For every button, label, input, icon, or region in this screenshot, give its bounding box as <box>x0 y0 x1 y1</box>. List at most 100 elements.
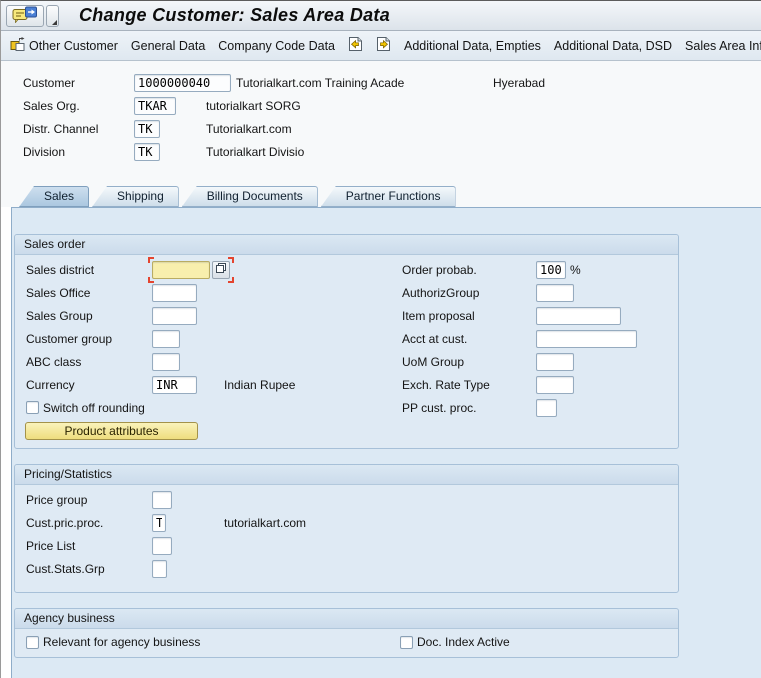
order-probab-unit: % <box>570 262 581 277</box>
cust-pric-proc-label: Cust.pric.proc. <box>26 515 104 530</box>
sales-office-input[interactable] <box>152 283 197 302</box>
services-for-object-button[interactable] <box>6 4 44 27</box>
customer-label: Customer <box>23 75 76 90</box>
abc-class-input[interactable] <box>152 352 180 371</box>
tab-billing-documents[interactable]: Billing Documents <box>181 186 318 207</box>
item-proposal-input[interactable] <box>536 306 621 325</box>
sales-office-row: Sales Office <box>26 281 398 304</box>
division-label: Division <box>23 144 66 159</box>
other-customer-button[interactable]: Other Customer <box>9 35 119 56</box>
services-for-object-menu-button[interactable] <box>46 4 59 27</box>
switch-off-rounding-row: Switch off rounding <box>26 396 398 419</box>
distr-channel-input[interactable] <box>134 119 160 138</box>
distr-channel-description: Tutorialkart.com <box>206 121 292 136</box>
focus-corner <box>228 256 234 263</box>
additional-data-empties-label: Additional Data, Empties <box>404 38 541 53</box>
order-probab-row: Order probab. % <box>402 258 674 281</box>
company-code-data-label: Company Code Data <box>218 38 336 53</box>
next-screen-icon <box>376 36 391 55</box>
tab-shipping[interactable]: Shipping <box>92 186 179 207</box>
price-group-label: Price group <box>26 492 88 507</box>
tab-partner-functions[interactable]: Partner Functions <box>320 186 456 207</box>
customer-description: Tutorialkart.com Training Acade <box>236 75 405 90</box>
additional-data-empties-button[interactable]: Additional Data, Empties <box>403 37 542 55</box>
item-proposal-label: Item proposal <box>402 308 475 323</box>
additional-data-dsd-label: Additional Data, DSD <box>553 38 673 53</box>
pp-cust-proc-label: PP cust. proc. <box>402 400 477 415</box>
sales-order-left-column: Sales district Sales Office Sales Group … <box>25 256 398 442</box>
sales-office-label: Sales Office <box>26 285 91 300</box>
agency-business-title: Agency business <box>15 609 678 629</box>
sales-order-right-column: Order probab. % AuthorizGroup Item propo… <box>402 258 674 419</box>
agency-business-body: Relevant for agency business Doc. Index … <box>15 629 678 657</box>
next-screen-button[interactable] <box>375 35 392 56</box>
sales-org-input[interactable] <box>134 96 176 115</box>
uom-group-input[interactable] <box>536 352 574 371</box>
sales-order-title: Sales order <box>15 235 678 255</box>
tab-sales[interactable]: Sales <box>19 186 90 207</box>
sales-group-label: Sales Group <box>26 308 93 323</box>
customer-input[interactable] <box>134 73 231 92</box>
pp-cust-proc-input[interactable] <box>536 398 557 417</box>
sales-group-input[interactable] <box>152 306 197 325</box>
customer-group-row: Customer group <box>26 327 398 350</box>
customer-city: Hyerabad <box>493 75 546 90</box>
doc-index-active-label: Doc. Index Active <box>417 635 510 649</box>
cust-stats-grp-input[interactable] <box>152 559 167 578</box>
acct-at-cust-label: Acct at cust. <box>402 331 468 346</box>
sap-window: Change Customer: Sales Area Data Other C… <box>0 0 761 678</box>
cust-stats-grp-row: Cust.Stats.Grp <box>26 557 398 580</box>
general-data-label: General Data <box>130 38 206 53</box>
price-list-input[interactable] <box>152 536 172 555</box>
authoriz-group-row: AuthorizGroup <box>402 281 674 304</box>
distr-channel-row: Distr. Channel Tutorialkart.com <box>1 117 761 140</box>
acct-at-cust-input[interactable] <box>536 329 637 348</box>
cust-stats-grp-label: Cust.Stats.Grp <box>26 561 105 576</box>
doc-index-active-item: Doc. Index Active <box>400 635 510 649</box>
doc-index-active-checkbox[interactable] <box>400 635 413 649</box>
previous-screen-button[interactable] <box>347 35 364 56</box>
authoriz-group-input[interactable] <box>536 283 574 302</box>
order-probab-input[interactable] <box>536 260 566 279</box>
agency-business-groupbox: Agency business Relevant for agency busi… <box>14 608 679 658</box>
services-for-object-icon <box>12 6 38 26</box>
pricing-statistics-body: Price group Cust.pric.proc. tutorialkart… <box>15 485 678 592</box>
exch-rate-type-input[interactable] <box>536 375 574 394</box>
switch-off-rounding-checkbox[interactable] <box>26 401 39 414</box>
price-group-input[interactable] <box>152 490 172 509</box>
sales-district-row: Sales district <box>26 256 398 283</box>
uom-group-row: UoM Group <box>402 350 674 373</box>
authoriz-group-label: AuthorizGroup <box>402 285 480 300</box>
division-input[interactable] <box>134 142 160 161</box>
product-attributes-button[interactable]: Product attributes <box>25 421 198 440</box>
services-for-object-group <box>6 4 59 27</box>
switch-off-rounding-label: Switch off rounding <box>43 400 145 415</box>
other-customer-label: Other Customer <box>29 38 118 53</box>
general-data-button[interactable]: General Data <box>130 37 206 55</box>
relevant-for-agency-item: Relevant for agency business <box>26 635 200 649</box>
acct-at-cust-row: Acct at cust. <box>402 327 674 350</box>
sales-area-information-button[interactable]: Sales Area Informa <box>684 37 761 55</box>
company-code-data-button[interactable]: Company Code Data <box>217 37 336 55</box>
currency-description: Indian Rupee <box>224 377 296 392</box>
matchcode-icon <box>215 262 227 277</box>
sales-org-row: Sales Org. tutorialkart SORG <box>1 94 761 117</box>
price-list-label: Price List <box>26 538 76 553</box>
uom-group-label: UoM Group <box>402 354 465 369</box>
relevant-for-agency-checkbox[interactable] <box>26 635 39 649</box>
sales-district-focus-frame <box>148 256 234 283</box>
sales-org-label: Sales Org. <box>23 98 80 113</box>
exch-rate-type-row: Exch. Rate Type <box>402 373 674 396</box>
additional-data-dsd-button[interactable]: Additional Data, DSD <box>553 37 673 55</box>
currency-input[interactable] <box>152 375 197 394</box>
currency-label: Currency <box>26 377 75 392</box>
customer-group-input[interactable] <box>152 329 180 348</box>
order-probab-label: Order probab. <box>402 262 477 277</box>
abc-class-label: ABC class <box>26 354 82 369</box>
dropdown-arrow-icon <box>52 19 57 25</box>
cust-pric-proc-input[interactable] <box>152 513 166 532</box>
sales-district-input[interactable] <box>152 260 210 279</box>
previous-screen-icon <box>348 36 363 55</box>
sales-org-description: tutorialkart SORG <box>206 98 301 113</box>
exch-rate-type-label: Exch. Rate Type <box>402 377 490 392</box>
